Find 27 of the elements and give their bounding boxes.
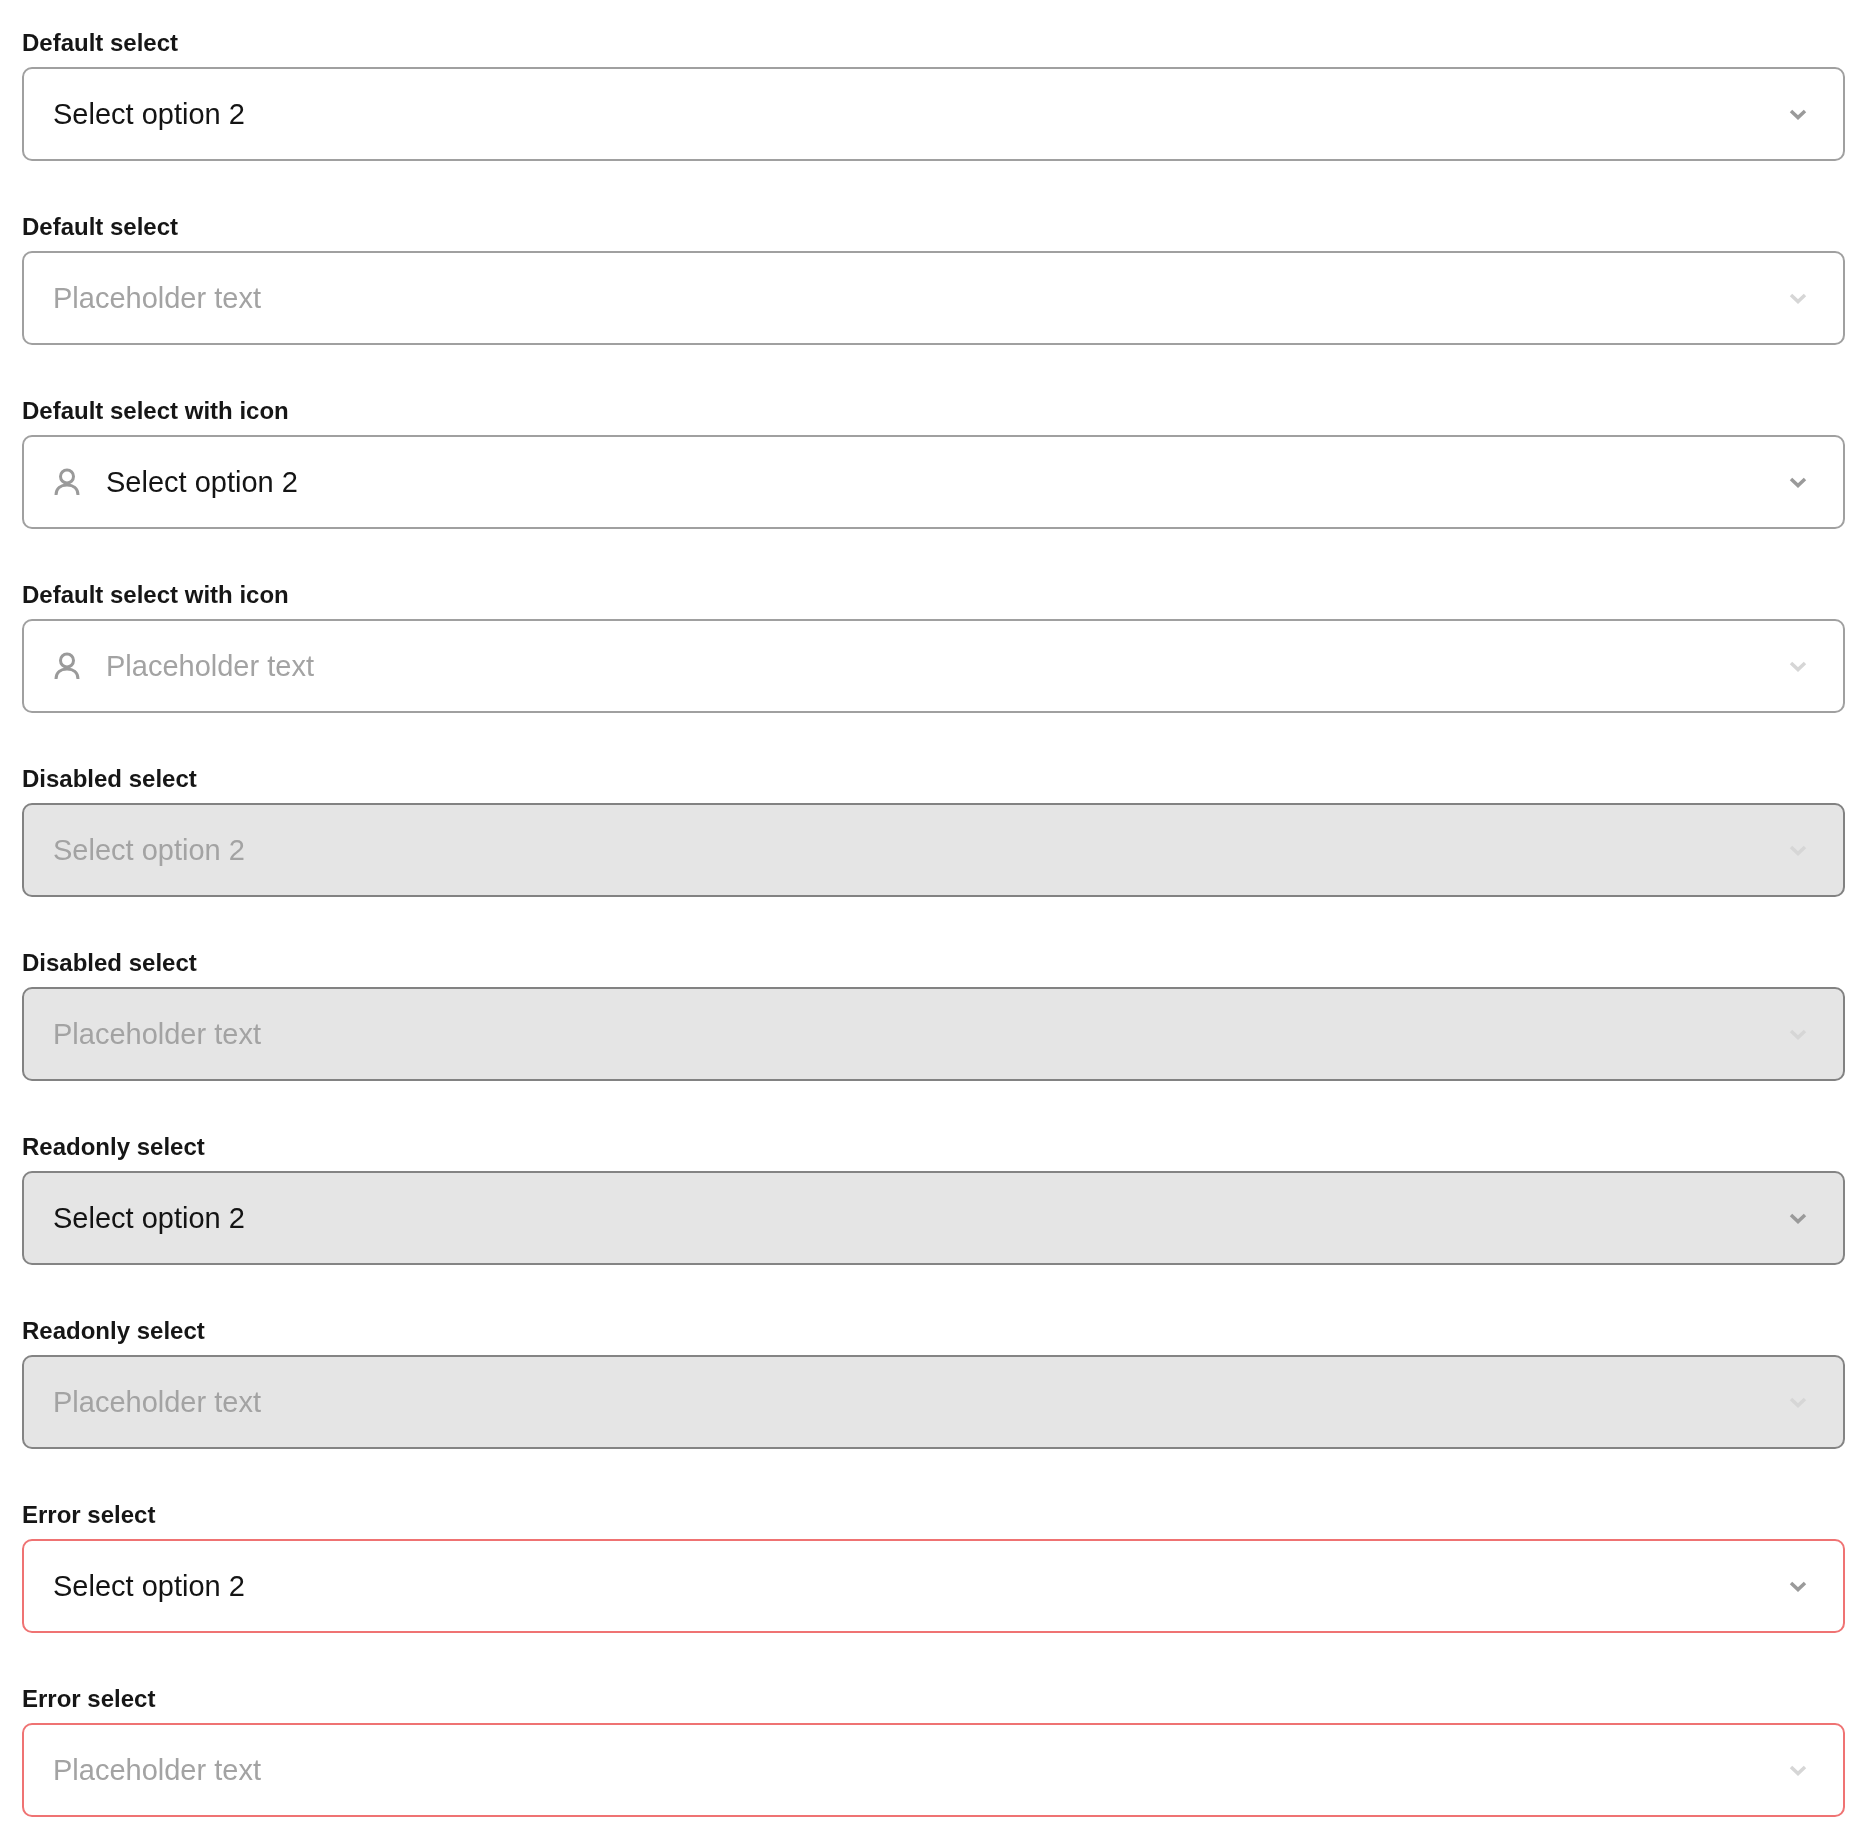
field-label: Readonly select <box>22 1133 205 1161</box>
field-label: Error select <box>22 1685 156 1713</box>
select-field[interactable]: Select option 2 <box>22 1539 1845 1633</box>
chevron-down-icon <box>1789 292 1807 304</box>
field-label: Disabled select <box>22 949 197 977</box>
select-field[interactable]: Placeholder text <box>22 619 1845 713</box>
chevron-down-icon <box>1789 660 1807 672</box>
field-label: Disabled select <box>22 765 197 793</box>
select-field[interactable]: Select option 2 <box>22 67 1845 161</box>
chevron-down-icon <box>1789 1764 1807 1776</box>
select-field[interactable]: Placeholder text <box>22 1355 1845 1449</box>
select-field[interactable]: Placeholder text <box>22 251 1845 345</box>
select-field[interactable]: Select option 2 <box>22 435 1845 529</box>
field-label: Error select <box>22 1501 156 1529</box>
field-label: Default select with icon <box>22 397 289 425</box>
field-label: Default select <box>22 213 179 241</box>
chevron-down-icon <box>1789 1580 1807 1592</box>
select-field[interactable]: Select option 2 <box>22 1171 1845 1265</box>
field-label: Default select with icon <box>22 581 289 609</box>
user-icon <box>53 468 81 496</box>
user-icon <box>53 652 81 680</box>
chevron-down-icon <box>1789 1212 1807 1224</box>
chevron-down-icon <box>1789 476 1807 488</box>
select-field[interactable]: Placeholder text <box>22 1723 1845 1817</box>
field-label: Default select <box>22 29 179 57</box>
field-label: Readonly select <box>22 1317 205 1345</box>
chevron-down-icon <box>1789 108 1807 120</box>
